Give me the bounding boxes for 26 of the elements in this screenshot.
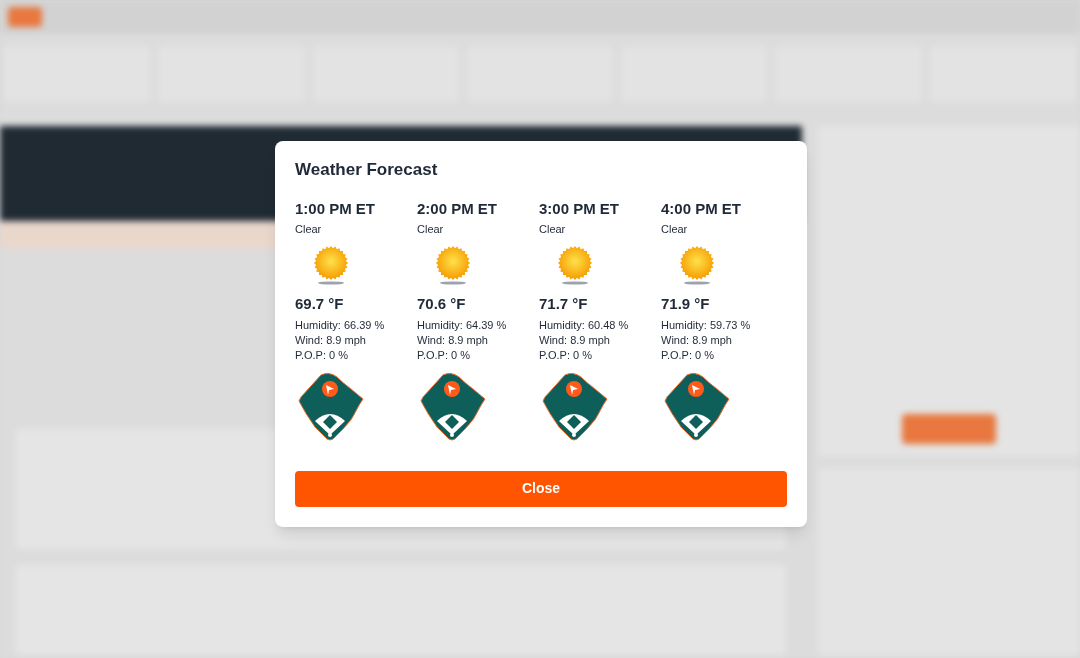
humidity-text: Humidity: 64.39 % xyxy=(417,317,508,333)
close-button[interactable]: Close xyxy=(295,470,787,507)
precipitation-text: P.O.P: 0 % xyxy=(295,347,349,363)
temperature: 71.7 °F xyxy=(539,294,589,314)
wind-text: Wind: 8.9 mph xyxy=(661,332,733,348)
wind-text: Wind: 8.9 mph xyxy=(295,332,367,348)
temperature: 70.6 °F xyxy=(417,294,467,314)
temperature: 71.9 °F xyxy=(661,294,711,314)
weather-condition: Clear xyxy=(539,221,567,237)
wind-text: Wind: 8.9 mph xyxy=(417,332,489,348)
humidity-text: Humidity: 59.73 % xyxy=(661,317,752,333)
forecast-time: 3:00 PM ET xyxy=(539,198,621,219)
precipitation-text: P.O.P: 0 % xyxy=(661,347,715,363)
humidity-text: Humidity: 66.39 % xyxy=(295,317,386,333)
dialog-title: Weather Forecast xyxy=(295,159,439,181)
weather-condition: Clear xyxy=(295,221,323,237)
weather-condition: Clear xyxy=(661,221,689,237)
forecast-time: 1:00 PM ET xyxy=(295,198,377,219)
forecast-time: 4:00 PM ET xyxy=(661,198,743,219)
forecast-time: 2:00 PM ET xyxy=(417,198,499,219)
precipitation-text: P.O.P: 0 % xyxy=(539,347,593,363)
humidity-text: Humidity: 60.48 % xyxy=(539,317,630,333)
wind-text: Wind: 8.9 mph xyxy=(539,332,611,348)
temperature: 69.7 °F xyxy=(295,294,345,314)
precipitation-text: P.O.P: 0 % xyxy=(417,347,471,363)
weather-condition: Clear xyxy=(417,221,445,237)
